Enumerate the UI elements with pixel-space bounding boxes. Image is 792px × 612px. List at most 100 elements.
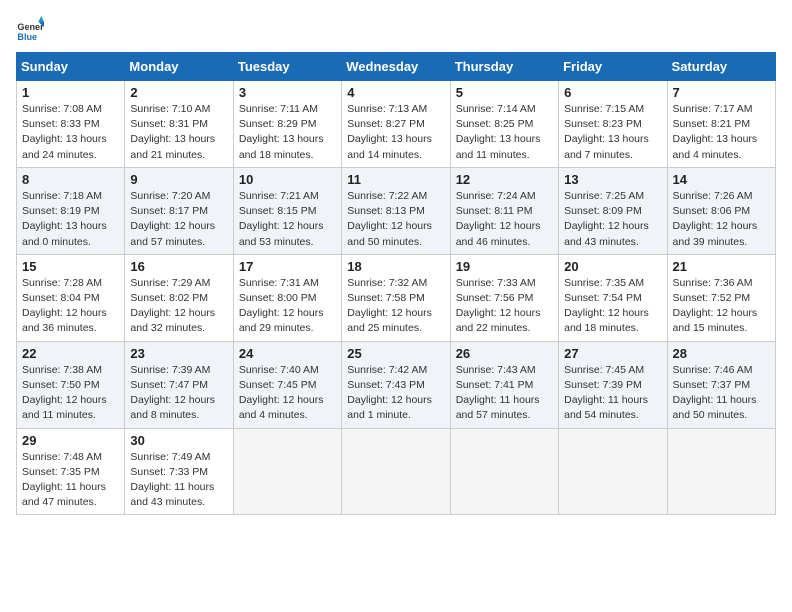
day-number: 8 bbox=[22, 172, 119, 187]
day-number: 19 bbox=[456, 259, 553, 274]
calendar-cell: 3 Sunrise: 7:11 AMSunset: 8:29 PMDayligh… bbox=[233, 81, 341, 168]
day-info: Sunrise: 7:31 AMSunset: 8:00 PMDaylight:… bbox=[239, 277, 324, 335]
calendar-cell: 2 Sunrise: 7:10 AMSunset: 8:31 PMDayligh… bbox=[125, 81, 233, 168]
page-header: General Blue bbox=[16, 16, 776, 44]
calendar-table: SundayMondayTuesdayWednesdayThursdayFrid… bbox=[16, 52, 776, 515]
calendar-cell: 6 Sunrise: 7:15 AMSunset: 8:23 PMDayligh… bbox=[559, 81, 667, 168]
day-info: Sunrise: 7:17 AMSunset: 8:21 PMDaylight:… bbox=[673, 103, 758, 161]
day-number: 20 bbox=[564, 259, 661, 274]
day-number: 23 bbox=[130, 346, 227, 361]
svg-text:General: General bbox=[17, 22, 44, 32]
calendar-cell: 14 Sunrise: 7:26 AMSunset: 8:06 PMDaylig… bbox=[667, 167, 775, 254]
day-number: 12 bbox=[456, 172, 553, 187]
calendar-cell bbox=[667, 428, 775, 515]
calendar-cell: 15 Sunrise: 7:28 AMSunset: 8:04 PMDaylig… bbox=[17, 254, 125, 341]
day-info: Sunrise: 7:24 AMSunset: 8:11 PMDaylight:… bbox=[456, 190, 541, 248]
day-number: 3 bbox=[239, 85, 336, 100]
day-number: 28 bbox=[673, 346, 770, 361]
day-info: Sunrise: 7:25 AMSunset: 8:09 PMDaylight:… bbox=[564, 190, 649, 248]
day-info: Sunrise: 7:42 AMSunset: 7:43 PMDaylight:… bbox=[347, 364, 432, 422]
column-header-monday: Monday bbox=[125, 53, 233, 81]
day-info: Sunrise: 7:08 AMSunset: 8:33 PMDaylight:… bbox=[22, 103, 107, 161]
day-info: Sunrise: 7:22 AMSunset: 8:13 PMDaylight:… bbox=[347, 190, 432, 248]
calendar-cell: 13 Sunrise: 7:25 AMSunset: 8:09 PMDaylig… bbox=[559, 167, 667, 254]
day-info: Sunrise: 7:48 AMSunset: 7:35 PMDaylight:… bbox=[22, 451, 106, 509]
day-number: 27 bbox=[564, 346, 661, 361]
calendar-cell bbox=[559, 428, 667, 515]
day-info: Sunrise: 7:49 AMSunset: 7:33 PMDaylight:… bbox=[130, 451, 214, 509]
day-info: Sunrise: 7:11 AMSunset: 8:29 PMDaylight:… bbox=[239, 103, 324, 161]
day-info: Sunrise: 7:10 AMSunset: 8:31 PMDaylight:… bbox=[130, 103, 215, 161]
day-number: 15 bbox=[22, 259, 119, 274]
calendar-cell: 20 Sunrise: 7:35 AMSunset: 7:54 PMDaylig… bbox=[559, 254, 667, 341]
logo-icon: General Blue bbox=[16, 16, 44, 44]
day-number: 11 bbox=[347, 172, 444, 187]
day-number: 22 bbox=[22, 346, 119, 361]
calendar-cell: 7 Sunrise: 7:17 AMSunset: 8:21 PMDayligh… bbox=[667, 81, 775, 168]
day-number: 21 bbox=[673, 259, 770, 274]
day-info: Sunrise: 7:26 AMSunset: 8:06 PMDaylight:… bbox=[673, 190, 758, 248]
day-info: Sunrise: 7:35 AMSunset: 7:54 PMDaylight:… bbox=[564, 277, 649, 335]
day-number: 13 bbox=[564, 172, 661, 187]
calendar-cell: 12 Sunrise: 7:24 AMSunset: 8:11 PMDaylig… bbox=[450, 167, 558, 254]
calendar-cell bbox=[342, 428, 450, 515]
day-info: Sunrise: 7:38 AMSunset: 7:50 PMDaylight:… bbox=[22, 364, 107, 422]
day-info: Sunrise: 7:40 AMSunset: 7:45 PMDaylight:… bbox=[239, 364, 324, 422]
calendar-cell: 22 Sunrise: 7:38 AMSunset: 7:50 PMDaylig… bbox=[17, 341, 125, 428]
day-number: 1 bbox=[22, 85, 119, 100]
calendar-cell: 27 Sunrise: 7:45 AMSunset: 7:39 PMDaylig… bbox=[559, 341, 667, 428]
day-info: Sunrise: 7:43 AMSunset: 7:41 PMDaylight:… bbox=[456, 364, 540, 422]
day-number: 5 bbox=[456, 85, 553, 100]
day-info: Sunrise: 7:28 AMSunset: 8:04 PMDaylight:… bbox=[22, 277, 107, 335]
calendar-cell: 16 Sunrise: 7:29 AMSunset: 8:02 PMDaylig… bbox=[125, 254, 233, 341]
day-number: 25 bbox=[347, 346, 444, 361]
day-number: 9 bbox=[130, 172, 227, 187]
day-number: 30 bbox=[130, 433, 227, 448]
column-header-sunday: Sunday bbox=[17, 53, 125, 81]
calendar-cell: 25 Sunrise: 7:42 AMSunset: 7:43 PMDaylig… bbox=[342, 341, 450, 428]
calendar-cell bbox=[233, 428, 341, 515]
day-info: Sunrise: 7:36 AMSunset: 7:52 PMDaylight:… bbox=[673, 277, 758, 335]
calendar-week-row: 29 Sunrise: 7:48 AMSunset: 7:35 PMDaylig… bbox=[17, 428, 776, 515]
calendar-cell: 1 Sunrise: 7:08 AMSunset: 8:33 PMDayligh… bbox=[17, 81, 125, 168]
day-number: 6 bbox=[564, 85, 661, 100]
logo: General Blue bbox=[16, 16, 48, 44]
calendar-cell: 30 Sunrise: 7:49 AMSunset: 7:33 PMDaylig… bbox=[125, 428, 233, 515]
day-number: 29 bbox=[22, 433, 119, 448]
day-number: 17 bbox=[239, 259, 336, 274]
calendar-cell: 11 Sunrise: 7:22 AMSunset: 8:13 PMDaylig… bbox=[342, 167, 450, 254]
calendar-cell: 28 Sunrise: 7:46 AMSunset: 7:37 PMDaylig… bbox=[667, 341, 775, 428]
calendar-cell: 4 Sunrise: 7:13 AMSunset: 8:27 PMDayligh… bbox=[342, 81, 450, 168]
day-info: Sunrise: 7:46 AMSunset: 7:37 PMDaylight:… bbox=[673, 364, 757, 422]
calendar-cell: 23 Sunrise: 7:39 AMSunset: 7:47 PMDaylig… bbox=[125, 341, 233, 428]
day-info: Sunrise: 7:32 AMSunset: 7:58 PMDaylight:… bbox=[347, 277, 432, 335]
day-info: Sunrise: 7:29 AMSunset: 8:02 PMDaylight:… bbox=[130, 277, 215, 335]
day-number: 7 bbox=[673, 85, 770, 100]
day-info: Sunrise: 7:18 AMSunset: 8:19 PMDaylight:… bbox=[22, 190, 107, 248]
calendar-week-row: 22 Sunrise: 7:38 AMSunset: 7:50 PMDaylig… bbox=[17, 341, 776, 428]
column-header-thursday: Thursday bbox=[450, 53, 558, 81]
column-header-friday: Friday bbox=[559, 53, 667, 81]
calendar-header-row: SundayMondayTuesdayWednesdayThursdayFrid… bbox=[17, 53, 776, 81]
day-info: Sunrise: 7:20 AMSunset: 8:17 PMDaylight:… bbox=[130, 190, 215, 248]
day-info: Sunrise: 7:15 AMSunset: 8:23 PMDaylight:… bbox=[564, 103, 649, 161]
day-info: Sunrise: 7:21 AMSunset: 8:15 PMDaylight:… bbox=[239, 190, 324, 248]
calendar-week-row: 8 Sunrise: 7:18 AMSunset: 8:19 PMDayligh… bbox=[17, 167, 776, 254]
day-number: 24 bbox=[239, 346, 336, 361]
day-number: 16 bbox=[130, 259, 227, 274]
calendar-cell: 24 Sunrise: 7:40 AMSunset: 7:45 PMDaylig… bbox=[233, 341, 341, 428]
calendar-cell: 18 Sunrise: 7:32 AMSunset: 7:58 PMDaylig… bbox=[342, 254, 450, 341]
day-info: Sunrise: 7:14 AMSunset: 8:25 PMDaylight:… bbox=[456, 103, 541, 161]
column-header-tuesday: Tuesday bbox=[233, 53, 341, 81]
calendar-cell: 29 Sunrise: 7:48 AMSunset: 7:35 PMDaylig… bbox=[17, 428, 125, 515]
day-info: Sunrise: 7:33 AMSunset: 7:56 PMDaylight:… bbox=[456, 277, 541, 335]
column-header-wednesday: Wednesday bbox=[342, 53, 450, 81]
day-info: Sunrise: 7:39 AMSunset: 7:47 PMDaylight:… bbox=[130, 364, 215, 422]
day-number: 2 bbox=[130, 85, 227, 100]
day-info: Sunrise: 7:45 AMSunset: 7:39 PMDaylight:… bbox=[564, 364, 648, 422]
calendar-cell: 26 Sunrise: 7:43 AMSunset: 7:41 PMDaylig… bbox=[450, 341, 558, 428]
calendar-cell: 5 Sunrise: 7:14 AMSunset: 8:25 PMDayligh… bbox=[450, 81, 558, 168]
calendar-week-row: 1 Sunrise: 7:08 AMSunset: 8:33 PMDayligh… bbox=[17, 81, 776, 168]
day-number: 10 bbox=[239, 172, 336, 187]
calendar-cell: 19 Sunrise: 7:33 AMSunset: 7:56 PMDaylig… bbox=[450, 254, 558, 341]
